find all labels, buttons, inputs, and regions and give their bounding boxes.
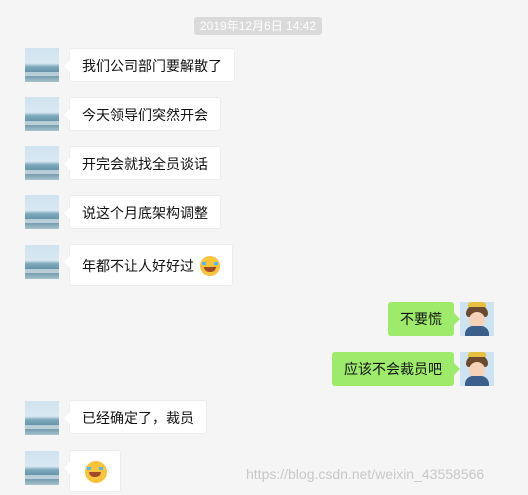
contact-avatar[interactable] <box>25 48 59 82</box>
message-bubble-incoming[interactable]: 开完会就找全员谈话 <box>64 146 221 180</box>
watermark-text: https://blog.csdn.net/weixin_43558566 <box>246 466 485 482</box>
laugh-cry-emoji-icon <box>199 256 220 277</box>
contact-avatar[interactable] <box>25 245 59 279</box>
message-text: 年都不让人好好过 <box>82 258 194 274</box>
message-bubble-outgoing[interactable]: 应该不会裁员吧 <box>332 352 460 386</box>
message-bubble-incoming[interactable]: 今天领导们突然开会 <box>64 97 221 131</box>
contact-avatar[interactable] <box>25 97 59 131</box>
self-avatar[interactable] <box>460 352 494 386</box>
contact-avatar[interactable] <box>25 195 59 229</box>
contact-avatar[interactable] <box>25 401 59 435</box>
message-bubble-incoming[interactable]: 年都不让人好好过 <box>64 244 233 286</box>
message-bubble-incoming[interactable] <box>64 450 121 492</box>
contact-avatar[interactable] <box>25 146 59 180</box>
message-bubble-incoming[interactable]: 说这个月底架构调整 <box>64 195 221 229</box>
timestamp-badge: 2019年12月6日 14:42 <box>194 17 323 35</box>
message-bubble-outgoing[interactable]: 不要慌 <box>388 302 460 336</box>
self-avatar[interactable] <box>460 302 494 336</box>
message-bubble-incoming[interactable]: 我们公司部门要解散了 <box>64 48 235 82</box>
laugh-cry-emoji-icon <box>85 461 107 484</box>
message-bubble-incoming[interactable]: 已经确定了，裁员 <box>64 400 207 434</box>
contact-avatar[interactable] <box>25 451 59 485</box>
chat-window: 2019年12月6日 14:42 我们公司部门要解散了 今天领导们突然开会 开完… <box>0 0 528 495</box>
